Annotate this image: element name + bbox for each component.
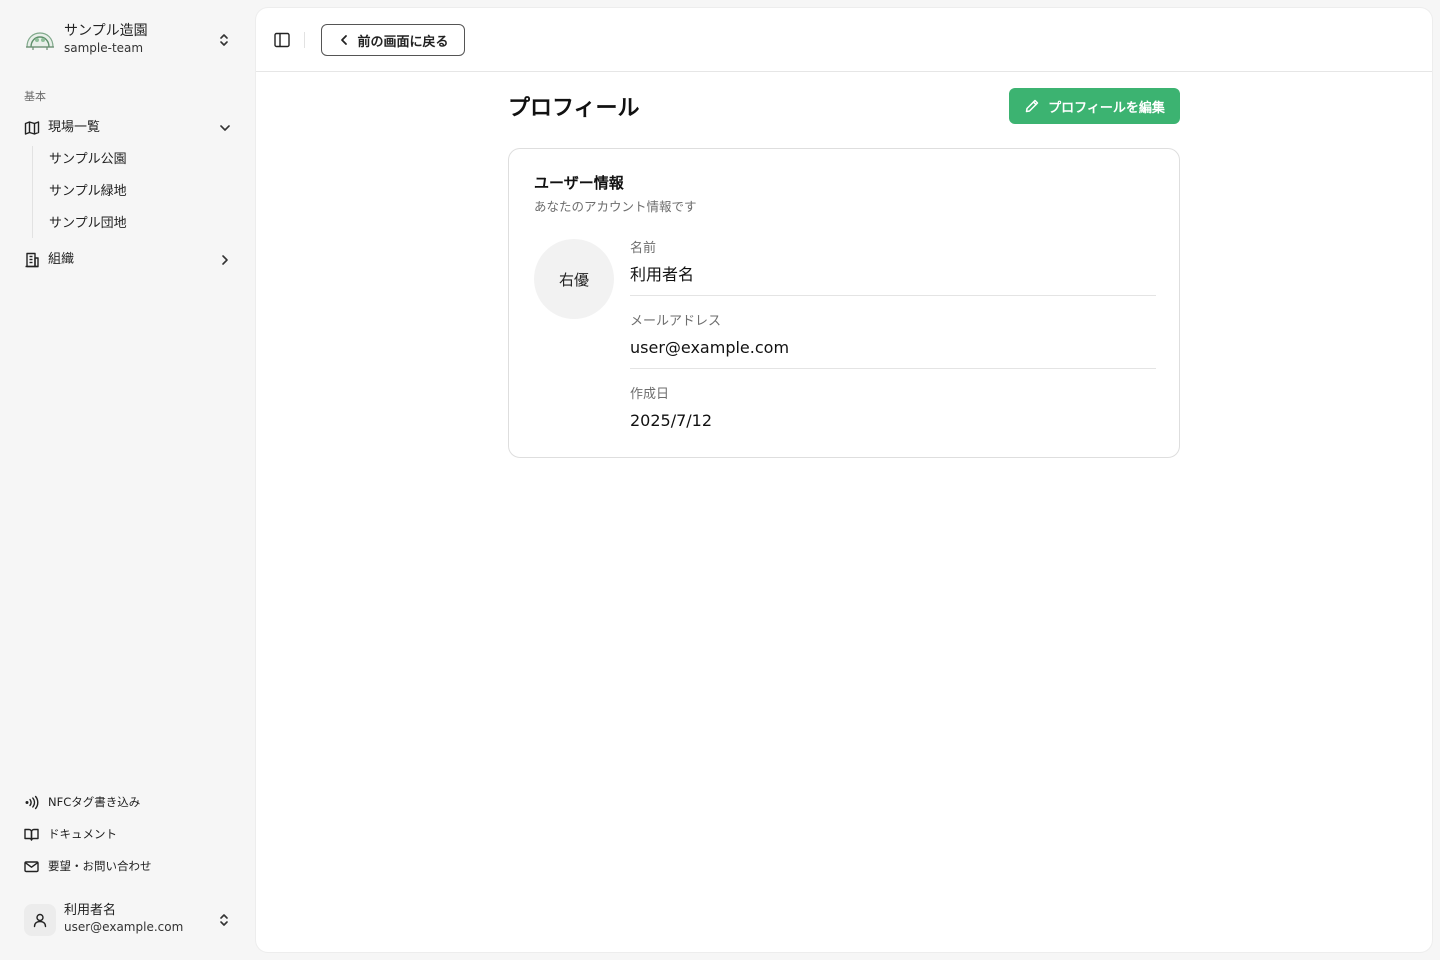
edit-profile-label: プロフィールを編集 — [1048, 100, 1165, 116]
sidebar-item-label: 組織 — [48, 252, 75, 267]
field-created: 作成日 2025/7/12 — [630, 387, 1156, 431]
book-icon — [24, 828, 39, 841]
field-divider — [630, 368, 1156, 369]
sidebar: サンプル造園 sample-team 基本 現場一覧 サンプル公園 サンプル緑地… — [0, 0, 256, 960]
sidebar-item-label: 要望・お問い合わせ — [48, 859, 152, 873]
topbar: 前の画面に戻る — [256, 8, 1432, 72]
sidebar-item-feedback[interactable]: 要望・お問い合わせ — [16, 852, 240, 880]
user-switcher[interactable]: 利用者名 user@example.com — [16, 896, 240, 944]
team-name: サンプル造園 — [64, 23, 148, 39]
sidebar-item-sites[interactable]: 現場一覧 — [16, 114, 240, 142]
chevron-right-icon — [222, 255, 228, 265]
user-text: 利用者名 user@example.com — [64, 902, 183, 935]
field-value: 利用者名 — [630, 265, 695, 284]
avatar — [24, 904, 56, 936]
building-icon — [25, 252, 39, 268]
map-icon — [24, 121, 40, 135]
submenu-rail — [32, 146, 33, 238]
sidebar-subitem-site[interactable]: サンプル団地 — [40, 210, 240, 238]
mail-icon — [24, 861, 39, 873]
sidebar-item-nfc[interactable]: NFCタグ書き込み — [16, 788, 240, 816]
sidebar-item-label: ドキュメント — [48, 827, 117, 841]
sidebar-subitem-label: サンプル公園 — [49, 152, 127, 167]
user-info-card: ユーザー情報 あなたのアカウント情報です 右優 名前 利用者名 メールアドレス … — [508, 148, 1180, 458]
card-title: ユーザー情報 — [534, 174, 624, 192]
sidebar-item-organization[interactable]: 組織 — [16, 246, 240, 274]
field-value: 2025/7/12 — [630, 411, 713, 430]
sidebar-toggle-icon[interactable] — [272, 30, 292, 50]
user-email: user@example.com — [64, 920, 184, 934]
chevrons-up-down-icon — [220, 34, 228, 46]
page-title: プロフィール — [508, 96, 640, 121]
field-value: user@example.com — [630, 338, 790, 357]
sidebar-subitem-label: サンプル緑地 — [49, 184, 127, 199]
topbar-divider — [304, 32, 305, 48]
team-slug: sample-team — [64, 41, 144, 55]
chevrons-up-down-icon — [220, 914, 228, 926]
edit-profile-button[interactable]: プロフィールを編集 — [1009, 88, 1180, 124]
main-panel: 前の画面に戻る プロフィール プロフィールを編集 ユーザー情報 あなたのアカウン… — [256, 8, 1432, 952]
user-name: 利用者名 — [64, 903, 117, 918]
nav-group-label: 基本 — [24, 90, 46, 103]
field-email: メールアドレス user@example.com — [630, 314, 1156, 369]
garden-tree-logo — [26, 32, 54, 50]
sidebar-subitem-site[interactable]: サンプル公園 — [40, 146, 240, 174]
field-divider — [630, 295, 1156, 296]
field-label: 名前 — [630, 241, 657, 256]
sidebar-item-docs[interactable]: ドキュメント — [16, 820, 240, 848]
chevron-left-icon — [341, 35, 348, 45]
team-switcher[interactable]: サンプル造園 sample-team — [16, 14, 240, 66]
avatar: 右優 — [534, 239, 614, 319]
field-label: 作成日 — [630, 387, 670, 402]
sidebar-subitem-site[interactable]: サンプル緑地 — [40, 178, 240, 206]
field-label: メールアドレス — [630, 314, 722, 329]
chevron-down-icon — [220, 125, 230, 131]
avatar-initials: 右優 — [558, 270, 589, 289]
sidebar-subitem-label: サンプル団地 — [49, 216, 127, 231]
nfc-icon — [25, 795, 39, 810]
back-button-label: 前の画面に戻る — [357, 34, 449, 50]
sidebar-item-label: NFCタグ書き込み — [48, 795, 141, 809]
field-name: 名前 利用者名 — [630, 241, 1156, 296]
sidebar-item-label: 現場一覧 — [48, 120, 101, 135]
user-icon — [33, 913, 47, 928]
team-text: サンプル造園 sample-team — [64, 22, 148, 56]
card-description: あなたのアカウント情報です — [534, 199, 697, 214]
pencil-icon — [1025, 99, 1039, 113]
back-button[interactable]: 前の画面に戻る — [321, 24, 465, 56]
